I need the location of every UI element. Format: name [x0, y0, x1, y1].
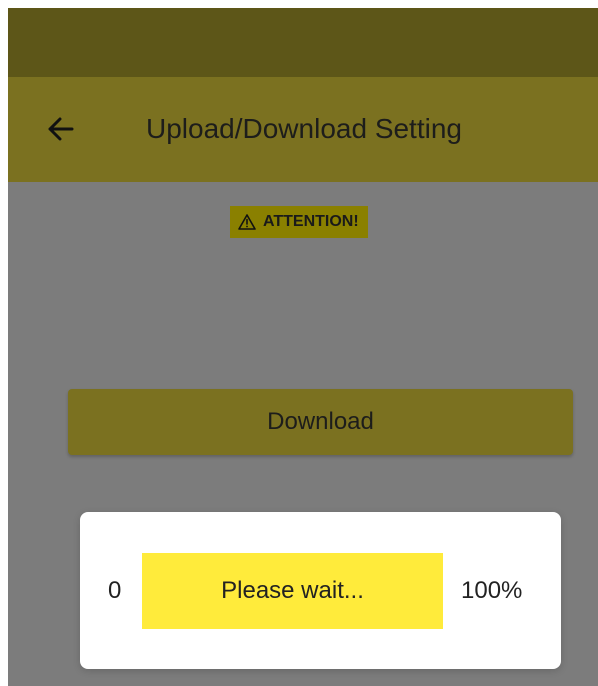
status-bar [8, 8, 598, 77]
upload-download-screen: Upload/Download Setting ATTENTION! Downl… [8, 8, 598, 686]
arrow-left-icon [48, 117, 74, 141]
warning-triangle-icon [238, 214, 256, 230]
page-title: Upload/Download Setting [146, 113, 462, 144]
progress-message: Please wait... [221, 577, 364, 604]
download-button[interactable]: Download [68, 389, 573, 455]
progress-max-label: 100% [461, 577, 523, 604]
attention-badge: ATTENTION! [230, 206, 368, 238]
back-button[interactable] [36, 105, 84, 153]
progress-min-label: 0 [108, 577, 122, 604]
progress-dialog: 0 Please wait... 100% [80, 512, 561, 669]
progress-bar: Please wait... [142, 553, 443, 629]
attention-label: ATTENTION! [263, 213, 359, 230]
app-bar: Upload/Download Setting [8, 77, 598, 182]
